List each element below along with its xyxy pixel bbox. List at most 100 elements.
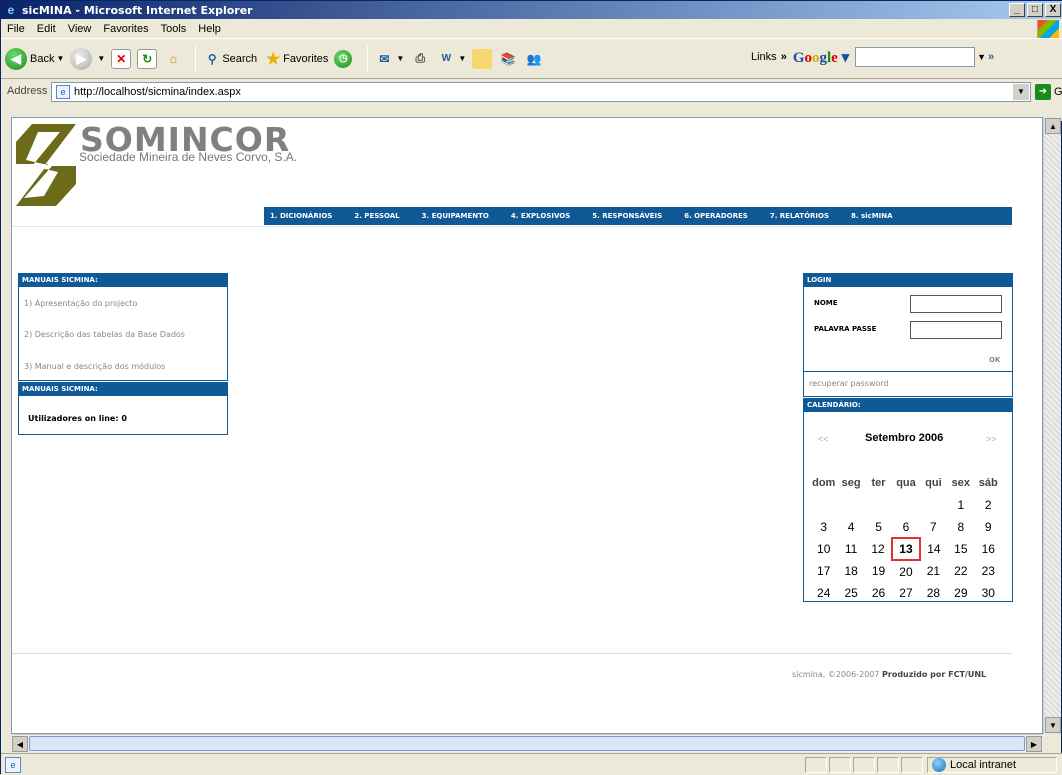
footer-divider <box>12 653 1012 654</box>
footer-credit-link[interactable]: Produzido por FCT/UNL <box>882 670 986 679</box>
calendar-week: 24 25 26 27 28 29 30 <box>810 582 1002 604</box>
chevron-down-icon[interactable]: ▼ <box>977 52 986 62</box>
home-button[interactable]: ⌂ <box>163 49 183 69</box>
calendar-day[interactable]: 28 <box>920 582 947 604</box>
refresh-button[interactable]: ↻ <box>137 48 158 69</box>
calendar-day[interactable]: 17 <box>810 560 837 582</box>
next-month-button[interactable]: >> <box>986 434 997 444</box>
weekday-qua: qua <box>896 477 916 489</box>
calendar-day[interactable]: 16 <box>975 538 1002 560</box>
forward-button[interactable]: ▶ ▼ <box>70 47 105 70</box>
calendar-day[interactable]: 15 <box>947 538 974 560</box>
somincor-logo-icon <box>16 124 76 206</box>
address-input[interactable]: e http://localhost/sicmina/index.aspx ▼ <box>51 82 1031 102</box>
scroll-down-icon[interactable]: ▼ <box>1045 717 1061 733</box>
panel-divider <box>804 371 1012 372</box>
calendar-day[interactable]: 11 <box>837 538 864 560</box>
calendar-day[interactable]: 7 <box>920 516 947 538</box>
calendar-day[interactable]: 5 <box>865 516 892 538</box>
discuss-button[interactable] <box>472 48 493 69</box>
calendar-day[interactable]: 1 <box>947 494 974 516</box>
calendar-day[interactable]: 10 <box>810 538 837 560</box>
scroll-up-icon[interactable]: ▲ <box>1045 118 1061 134</box>
links-label[interactable]: Links <box>751 51 777 63</box>
scroll-thumb[interactable] <box>29 736 1025 751</box>
calendar-day[interactable]: 3 <box>810 516 837 538</box>
calendar-day[interactable]: 19 <box>865 560 892 582</box>
minimize-button[interactable]: _ <box>1009 3 1025 17</box>
manual-link-2[interactable]: 2) Descrição das tabelas da Base Dados <box>24 330 185 339</box>
print-button[interactable]: ⎙ <box>410 49 430 69</box>
mail-button[interactable]: ✉ ▼ <box>374 49 404 69</box>
manual-link-3[interactable]: 3) Manual e descrição dos módulos <box>24 362 165 371</box>
ok-button[interactable]: OK <box>989 356 1000 364</box>
links-chevron-icon[interactable]: » <box>781 51 787 63</box>
globe-icon <box>932 758 946 772</box>
name-input[interactable] <box>910 295 1002 313</box>
menu-view[interactable]: View <box>68 23 92 35</box>
stop-button[interactable]: ✕ <box>111 48 132 69</box>
vertical-scrollbar[interactable]: ▲ ▼ <box>1043 117 1061 734</box>
calendar-day[interactable]: 22 <box>947 560 974 582</box>
nav-explosivos[interactable]: 4. EXPLOSIVOS <box>511 212 570 220</box>
address-label: Address <box>7 85 48 97</box>
back-button[interactable]: ◀ Back ▼ <box>5 47 64 70</box>
calendar-day[interactable]: 27 <box>892 582 919 604</box>
calendar-day[interactable]: 9 <box>975 516 1002 538</box>
calendar-day[interactable]: 2 <box>975 494 1002 516</box>
history-button[interactable]: ◷ <box>334 49 355 68</box>
calendar-day[interactable]: 29 <box>947 582 974 604</box>
horizontal-scrollbar[interactable]: ◀ ▶ <box>11 734 1043 752</box>
nav-pessoal[interactable]: 2. PESSOAL <box>354 212 399 220</box>
calendar-day[interactable]: 26 <box>865 582 892 604</box>
calendar-day[interactable]: 4 <box>837 516 864 538</box>
google-search-input[interactable] <box>855 47 976 67</box>
search-button[interactable]: ⚲ Search <box>202 49 257 69</box>
google-logo[interactable]: Google ▾ <box>793 48 849 67</box>
nav-operadores[interactable]: 6. OPERADORES <box>684 212 748 220</box>
manual-link-1[interactable]: 1) Apresentação do projecto <box>24 299 137 308</box>
scroll-left-icon[interactable]: ◀ <box>12 736 28 752</box>
calendar-day[interactable]: 6 <box>892 516 919 538</box>
calendar-day[interactable]: 20 <box>892 560 919 582</box>
edit-button[interactable]: W ▼ <box>436 49 467 69</box>
window-controls: _ □ X <box>1009 3 1061 17</box>
toolbar-separator <box>195 45 197 72</box>
menu-edit[interactable]: Edit <box>37 23 56 35</box>
calendar-day[interactable]: 18 <box>837 560 864 582</box>
menu-help[interactable]: Help <box>198 23 221 35</box>
chevron-down-icon[interactable]: ▼ <box>1013 84 1029 100</box>
calendar-day[interactable]: 30 <box>975 582 1002 604</box>
calendar-day[interactable]: 23 <box>975 560 1002 582</box>
menu-file[interactable]: File <box>7 23 25 35</box>
nav-relatorios[interactable]: 7. RELATÓRIOS <box>770 212 829 220</box>
nav-responsaveis[interactable]: 5. RESPONSÁVEIS <box>592 212 662 220</box>
footer: sicmina, ©2006-2007 Produzido por FCT/UN… <box>792 670 986 679</box>
close-button[interactable]: X <box>1045 3 1061 17</box>
nav-dicionarios[interactable]: 1. DICIONÁRIOS <box>270 212 332 220</box>
panel-header: CALENDÁRIO: <box>804 399 1012 412</box>
research-button[interactable]: 📚 <box>498 49 518 69</box>
recover-password-link[interactable]: recuperar password <box>809 379 889 388</box>
chevron-down-icon: ▼ <box>396 54 405 63</box>
menu-favorites[interactable]: Favorites <box>103 23 148 35</box>
footer-copyright: sicmina, ©2006-2007 <box>792 670 880 679</box>
calendar-day[interactable]: 14 <box>920 538 947 560</box>
messenger-button[interactable]: 👥 <box>524 49 544 69</box>
more-chevron-icon[interactable]: » <box>988 51 994 63</box>
password-input[interactable] <box>910 321 1002 339</box>
calendar-day[interactable]: 25 <box>837 582 864 604</box>
scroll-right-icon[interactable]: ▶ <box>1026 736 1042 752</box>
calendar-day[interactable]: 8 <box>947 516 974 538</box>
calendar-day[interactable]: 24 <box>810 582 837 604</box>
menu-tools[interactable]: Tools <box>161 23 187 35</box>
favorites-button[interactable]: ★ Favorites <box>263 49 328 69</box>
nav-sicmina[interactable]: 8. sicMINA <box>851 212 893 220</box>
calendar-day[interactable]: 12 <box>865 538 892 560</box>
calendar-today[interactable]: 13 <box>891 537 921 561</box>
nav-equipamento[interactable]: 3. EQUIPAMENTO <box>422 212 489 220</box>
calendar-day[interactable]: 21 <box>920 560 947 582</box>
go-button[interactable]: ➜ Go <box>1035 84 1062 100</box>
maximize-button[interactable]: □ <box>1027 3 1043 17</box>
prev-month-button[interactable]: << <box>818 434 829 444</box>
